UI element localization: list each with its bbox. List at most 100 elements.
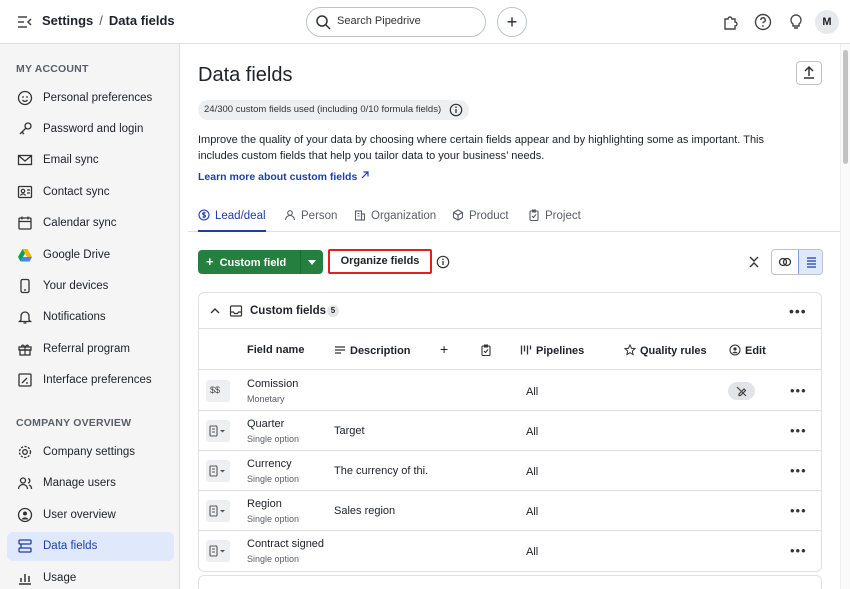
tab-organization[interactable]: Organization [354,209,436,232]
sidebar-item-usage[interactable]: Usage [7,564,174,589]
section-title-my-account: MY ACCOUNT [16,63,89,75]
menu-collapse-icon[interactable] [16,13,34,31]
sidebar-item-personal-preferences[interactable]: Personal preferences [7,84,174,113]
edit-restricted-badge[interactable] [728,382,755,400]
tab-label: Organization [371,210,437,222]
gift-icon [18,344,32,356]
single-option-icon [206,500,230,522]
dollar-circle-icon [198,209,210,221]
usage-text: 24/300 custom fields used (including 0/1… [204,104,442,115]
monetary-icon: $$ [206,380,230,402]
table-row[interactable]: Region Single option Sales region All ••… [199,491,821,531]
export-button[interactable] [796,61,822,85]
search-input[interactable]: Search Pipedrive [306,7,486,37]
sidebar-item-manage-users[interactable]: Manage users [7,469,174,498]
sidebar-item-notifications[interactable]: Notifications [7,303,174,332]
table-row[interactable]: Contract signed Single option All ••• [199,531,821,571]
google-drive-icon [18,249,32,262]
info-icon[interactable] [449,103,463,117]
row-options-icon[interactable]: ••• [790,463,807,478]
field-type: Monetary [247,394,285,404]
sidebar-item-label: Referral program [43,343,130,355]
row-options-icon[interactable]: ••• [790,503,807,518]
sidebar-item-company-settings[interactable]: Company settings [7,438,174,467]
column-pipelines-label: Pipelines [536,345,585,357]
breadcrumb-settings[interactable]: Settings [42,13,93,28]
field-name: Contract signed [247,538,325,550]
info-icon[interactable] [436,255,450,269]
column-description-label: Description [350,345,411,357]
scrollbar-thumb[interactable] [843,50,848,164]
sidebar-item-label: Your devices [43,280,109,292]
top-bar: Settings / Data fields Search Pipedrive + … [0,0,850,44]
more-options-icon[interactable]: ••• [789,303,807,319]
sidebar-item-label: User overview [43,509,116,521]
tab-lead-deal[interactable]: Lead/deal [198,209,266,232]
sidebar-item-contact-sync[interactable]: Contact sync [7,178,174,207]
star-icon [624,344,636,356]
lightbulb-icon[interactable] [786,12,806,32]
quick-add-button[interactable]: + [497,7,527,37]
sidebar-item-label: Company settings [43,446,136,458]
sidebar-item-calendar-sync[interactable]: Calendar sync [7,209,174,238]
row-options-icon[interactable]: ••• [790,543,807,558]
sidebar-item-password-and-login[interactable]: Password and login [7,115,174,144]
learn-more-label: Learn more about custom fields [198,171,358,183]
tab-label: Lead/deal [215,210,266,222]
custom-field-dropdown-button[interactable] [300,250,323,274]
tab-person[interactable]: Person [284,209,337,232]
avatar[interactable]: M [815,10,839,34]
column-field-name: Field name [247,344,305,356]
breadcrumb-separator: / [99,13,103,28]
field-name: Currency [247,458,292,470]
sidebar-item-label: Password and login [43,123,144,135]
add-column-icon[interactable]: + [440,341,448,357]
sidebar-item-data-fields[interactable]: Data fields [7,532,174,561]
person-icon [284,210,296,221]
field-count-badge: 5 [327,305,339,317]
custom-field-button[interactable]: + Custom field [198,250,302,274]
custom-fields-table: Custom fields 5 ••• Field name Descripti… [198,292,822,572]
building-icon [354,210,366,221]
sidebar-item-referral-program[interactable]: Referral program [7,335,174,364]
row-options-icon[interactable]: ••• [790,423,807,438]
field-description: Sales region [334,505,396,517]
breadcrumb-data-fields: Data fields [108,13,175,28]
field-name: Region [247,498,282,510]
table-row[interactable]: Quarter Single option Target All ••• [199,411,821,451]
sidebar-item-email-sync[interactable]: Email sync [7,146,174,175]
field-type: Single option [247,474,300,484]
learn-more-link[interactable]: Learn more about custom fields [198,170,370,183]
sidebar-item-user-overview[interactable]: User overview [7,501,174,530]
table-row[interactable]: $$ Comission Monetary All ••• [199,371,821,411]
row-options-icon[interactable]: ••• [790,383,807,398]
column-description: Description [334,344,411,357]
sidebar-item-interface-preferences[interactable]: Interface preferences [7,366,174,395]
field-pipelines: All [526,426,539,438]
sidebar-item-your-devices[interactable]: Your devices [7,272,174,301]
list-view-button[interactable] [798,250,822,274]
sidebar-item-google-drive[interactable]: Google Drive [7,241,174,270]
mail-icon [17,154,33,166]
tab-label: Product [469,210,509,222]
custom-field-label: Custom field [219,257,287,269]
field-type: Single option [247,434,300,444]
tab-product[interactable]: Product [452,209,509,232]
chevron-up-icon[interactable] [209,305,221,317]
collapse-all-icon[interactable] [746,254,762,270]
main-content: Data fields 24/300 custom fields used (i… [180,44,840,589]
sidebar-item-label: Contact sync [43,186,110,198]
tab-project[interactable]: Project [528,209,581,232]
sidebar-item-label: Data fields [43,540,98,552]
smiley-icon [17,90,33,106]
linked-view-button[interactable] [772,250,798,274]
clipboard-icon [529,209,539,221]
sidebar-item-label: Notifications [43,311,106,323]
single-option-icon [206,420,230,442]
data-fields-icon [18,539,32,553]
organize-fields-button[interactable]: Organize fields [328,249,432,274]
key-icon [19,122,32,135]
table-row[interactable]: Currency Single option The currency of t… [199,451,821,491]
puzzle-icon[interactable] [721,12,741,32]
help-icon[interactable] [753,12,773,32]
